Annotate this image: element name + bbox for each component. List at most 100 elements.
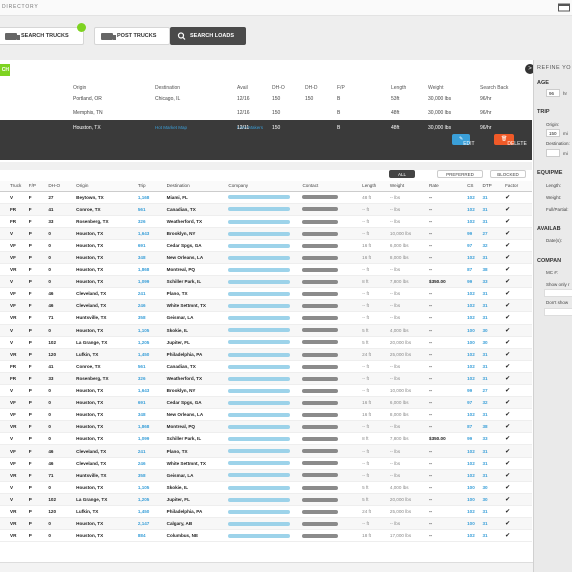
company-link[interactable]: [228, 352, 291, 357]
company-link[interactable]: [228, 388, 291, 393]
company-link[interactable]: [228, 461, 291, 466]
table-row[interactable]: V P 0 Houston, TX 1,643 Brooklyn, NY -- ft 10,0…: [0, 227, 532, 240]
column-header[interactable]: Destination: [166, 181, 229, 192]
contact-phone[interactable]: [302, 255, 339, 260]
company-link[interactable]: [228, 400, 291, 405]
contact-phone[interactable]: [302, 292, 339, 297]
company-link[interactable]: [228, 195, 291, 200]
dont-show-input[interactable]: [544, 308, 572, 316]
search-trucks-button[interactable]: SEARCH TRUCKS: [0, 23, 86, 45]
saved-search-row-selected[interactable]: Hot Market Map Lane Makers ✎ EDIT 🗑 DELE…: [0, 120, 532, 160]
table-row[interactable]: VR F 71 Huntsville, TX 358 Geismar, LA -- ft --…: [0, 469, 532, 482]
contact-phone[interactable]: [302, 509, 339, 514]
table-row[interactable]: VF F 46 Cleveland, TX 246 White Settmnt, TX --…: [0, 299, 532, 313]
table-row[interactable]: V P 102 La Grange, TX 1,205 Jupiter, FL 5 ft 20…: [0, 336, 532, 349]
contact-phone[interactable]: [302, 376, 339, 381]
table-row[interactable]: VR F 0 Houston, TX 1,868 Montreal, PQ -- ft -- …: [0, 420, 532, 434]
table-row[interactable]: VR F 0 Houston, TX 1,868 Montreal, PQ -- ft -- …: [0, 263, 532, 277]
company-link[interactable]: [228, 449, 291, 454]
table-row[interactable]: VF F 46 Cleveland, TX 241 Plano, TX -- ft -- lb…: [0, 444, 532, 458]
company-link[interactable]: [228, 364, 291, 369]
company-link[interactable]: [228, 473, 291, 478]
company-link[interactable]: [228, 292, 291, 297]
post-trucks-button[interactable]: POST TRUCKS: [94, 27, 170, 45]
contact-phone[interactable]: [302, 195, 339, 200]
column-header[interactable]: Origin: [76, 181, 138, 192]
contact-phone[interactable]: [302, 400, 339, 405]
table-row[interactable]: VF P 0 Houston, TX 348 New Orleans, LA 16 ft 8,…: [0, 251, 532, 265]
column-header[interactable]: F/P: [28, 181, 49, 192]
contact-phone[interactable]: [302, 473, 339, 478]
age-input[interactable]: 96: [546, 89, 560, 97]
company-link[interactable]: [228, 243, 291, 248]
table-row[interactable]: V P 102 La Grange, TX 1,205 Jupiter, FL 5 ft 20…: [0, 493, 532, 506]
company-link[interactable]: [228, 413, 291, 418]
contact-phone[interactable]: [302, 413, 339, 418]
company-link[interactable]: [228, 316, 291, 321]
search-loads-button[interactable]: SEARCH LOADS: [170, 27, 246, 45]
company-link[interactable]: [228, 328, 291, 333]
company-link[interactable]: [228, 437, 291, 442]
table-row[interactable]: V P 0 Houston, TX 1,643 Brooklyn, NY -- ft 10,0…: [0, 384, 532, 398]
company-link[interactable]: [228, 255, 291, 260]
company-link[interactable]: [228, 376, 291, 381]
contact-phone[interactable]: [302, 533, 339, 538]
show-only-input[interactable]: [544, 289, 572, 297]
table-row[interactable]: VF P 0 Houston, TX 348 New Orleans, LA 16 ft 8,…: [0, 408, 532, 422]
contact-phone[interactable]: [302, 304, 339, 309]
contact-phone[interactable]: [302, 279, 339, 284]
contact-phone[interactable]: [302, 497, 339, 502]
company-link[interactable]: [228, 231, 291, 236]
hot-market-map-link[interactable]: Hot Market Map: [155, 125, 187, 130]
contact-phone[interactable]: [302, 219, 339, 224]
company-link[interactable]: [228, 219, 291, 224]
column-header[interactable]: Truck: [0, 181, 29, 192]
column-header[interactable]: Rate: [429, 181, 468, 192]
table-row[interactable]: VR P 120 Lufkin, TX 1,450 Philadelphia, PA 24 …: [0, 348, 532, 361]
origin-dh-input[interactable]: 150: [546, 129, 560, 137]
column-header[interactable]: Contact: [302, 181, 363, 192]
company-link[interactable]: [228, 497, 291, 502]
column-header[interactable]: Trip: [137, 181, 167, 192]
column-header[interactable]: DH-O: [48, 181, 77, 192]
contact-phone[interactable]: [302, 243, 339, 248]
saved-search-row[interactable]: Portland, OR Chicago, IL 12/16 150 150 B 53ft 3…: [0, 92, 532, 106]
company-link[interactable]: [228, 279, 291, 284]
contact-phone[interactable]: [302, 437, 339, 442]
contact-phone[interactable]: [302, 207, 339, 212]
company-link[interactable]: [228, 485, 291, 490]
column-header[interactable]: Company: [228, 181, 303, 192]
company-link[interactable]: [228, 340, 291, 345]
company-link[interactable]: [228, 267, 291, 272]
table-row[interactable]: V P 0 Houston, TX 1,099 Schiller Park, IL 8 ft…: [0, 432, 532, 446]
table-row[interactable]: VF P 0 Houston, TX 691 Cedar Spgs, GA 16 ft 6,0…: [0, 396, 532, 410]
contact-phone[interactable]: [302, 521, 339, 526]
company-link[interactable]: [228, 509, 291, 514]
contact-phone[interactable]: [302, 267, 339, 272]
column-header[interactable]: Factor: [505, 181, 532, 192]
table-row[interactable]: FR F 41 Conroe, TX 561 Canadian, TX -- ft -- lb…: [0, 203, 532, 216]
saved-search-row[interactable]: Memphis, TN 12/16 150 B 48ft 30,000 lbs 96/hr: [0, 106, 532, 120]
table-row[interactable]: V F 27 Beytown, TX 1,168 Miami, FL 48 ft -- lbs…: [0, 191, 532, 204]
column-header[interactable]: Length: [362, 181, 390, 192]
tab-blocked[interactable]: BLOCKED: [490, 170, 526, 178]
table-row[interactable]: V P 0 Houston, TX 1,105 Skokie, IL 5 ft 4,000 l…: [0, 481, 532, 494]
delete-button[interactable]: 🗑 DELETE: [494, 134, 527, 147]
contact-phone[interactable]: [302, 364, 339, 369]
company-link[interactable]: [228, 425, 291, 430]
contact-phone[interactable]: [302, 352, 339, 357]
table-row[interactable]: VF F 46 Cleveland, TX 246 White Settmnt, TX --…: [0, 457, 532, 470]
new-search-button[interactable]: CH: [0, 64, 10, 76]
company-link[interactable]: [228, 207, 291, 212]
destination-dh-input[interactable]: [546, 149, 560, 157]
column-header[interactable]: CS: [467, 181, 483, 192]
table-row[interactable]: FR F 33 Rosenberg, TX 326 Weatherford, TX -- f…: [0, 372, 532, 386]
table-row[interactable]: VR P 0 Houston, TX 884 Columbus, NE 18 ft 17,00…: [0, 529, 532, 543]
contact-phone[interactable]: [302, 316, 339, 321]
column-header[interactable]: Weight: [389, 181, 430, 192]
table-row[interactable]: VF F 46 Cleveland, TX 241 Plano, TX -- ft -- lb…: [0, 287, 532, 301]
table-row[interactable]: VR P 120 Lufkin, TX 1,450 Philadelphia, PA 24 …: [0, 505, 532, 519]
table-row[interactable]: VF P 0 Houston, TX 691 Cedar Spgs, GA 16 ft 6,0…: [0, 239, 532, 252]
contact-phone[interactable]: [302, 449, 339, 454]
contact-phone[interactable]: [302, 328, 339, 333]
